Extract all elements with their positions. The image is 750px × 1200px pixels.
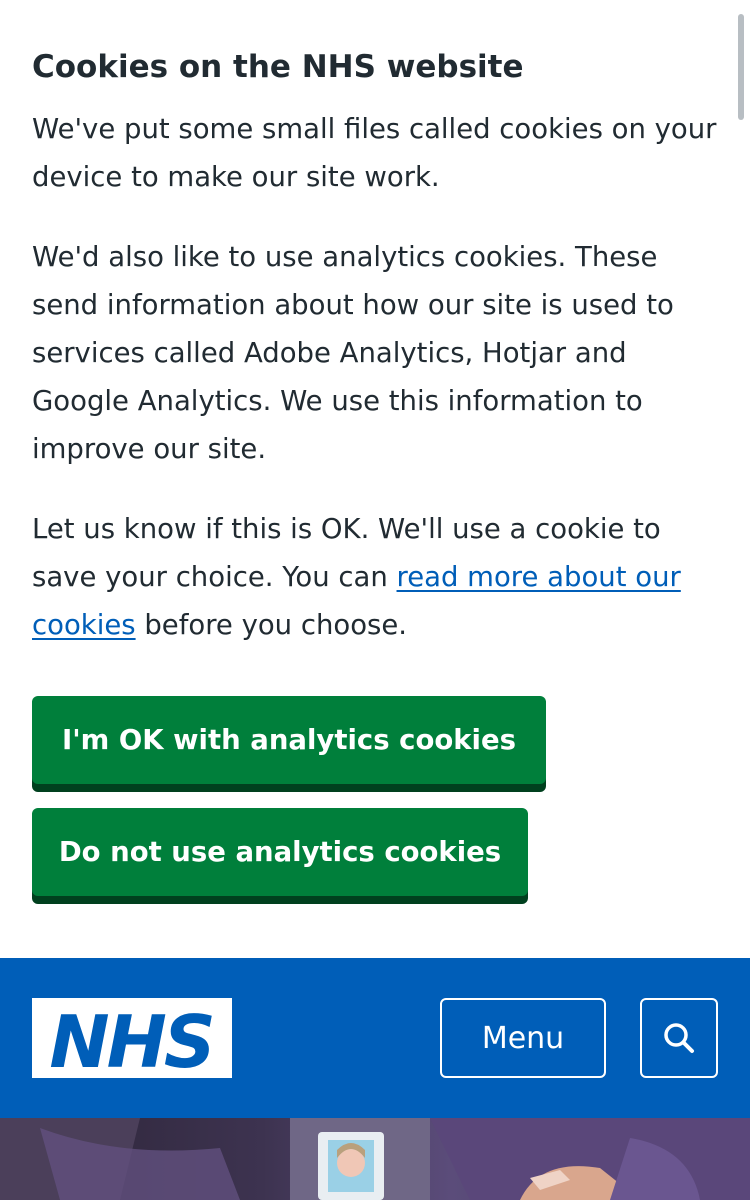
nhs-logo[interactable]: NHS [32, 998, 232, 1078]
page: Cookies on the NHS website We've put som… [0, 0, 750, 1200]
hero-photo [0, 1118, 750, 1200]
nhs-logo-text: NHS [49, 1000, 212, 1078]
reject-analytics-cookies-button[interactable]: Do not use analytics cookies [32, 808, 528, 896]
cookie-choice-text-end: before you choose. [135, 609, 408, 641]
cookie-intro-text: We've put some small files called cookie… [32, 113, 717, 193]
scroll-indicator[interactable] [738, 14, 744, 120]
search-icon [664, 1023, 694, 1053]
cookie-banner-title: Cookies on the NHS website [32, 49, 524, 85]
cookie-banner: Cookies on the NHS website We've put som… [0, 0, 750, 958]
site-header: NHS Menu [0, 958, 750, 1118]
cookie-choice-text: Let us know if this is OK. We'll use a c… [32, 505, 722, 649]
hero-image [0, 1118, 750, 1200]
accept-analytics-cookies-button[interactable]: I'm OK with analytics cookies [32, 696, 546, 784]
search-button[interactable] [640, 998, 718, 1078]
cookie-analytics-text: We'd also like to use analytics cookies.… [32, 241, 674, 465]
menu-button[interactable]: Menu [440, 998, 606, 1078]
